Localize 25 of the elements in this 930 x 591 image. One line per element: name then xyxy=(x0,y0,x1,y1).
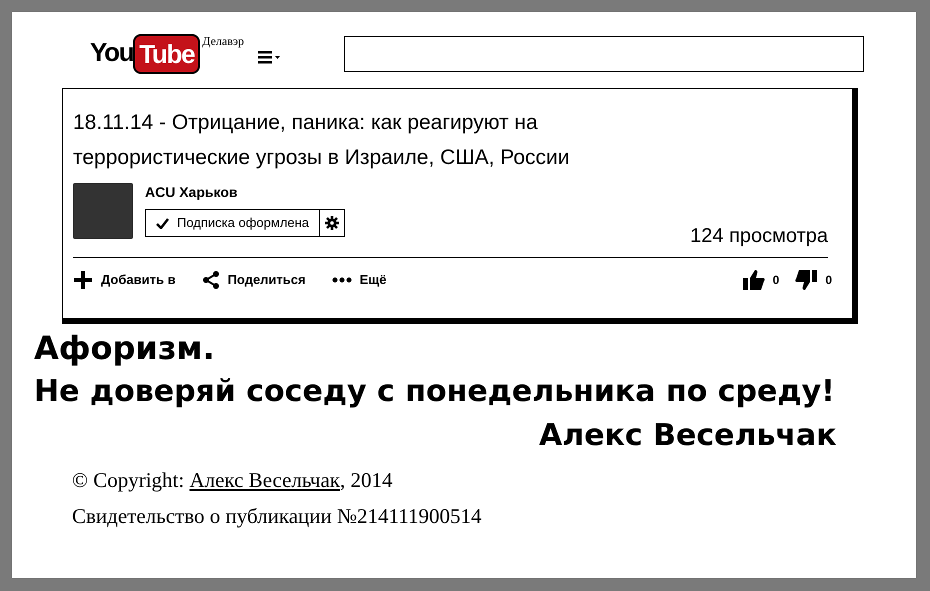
aphorism-author: Алекс Весельчак xyxy=(539,417,837,455)
channel-avatar xyxy=(73,183,133,239)
channel-name[interactable]: ACU Харьков xyxy=(145,183,346,201)
dislike-count: 0 xyxy=(825,272,832,289)
dots-icon xyxy=(332,277,352,283)
subscribe-label: Подписка оформлена xyxy=(177,214,310,232)
like-count: 0 xyxy=(772,272,780,289)
copyright-text: © Copyright: Алекс Весельчак, 2014 xyxy=(72,467,392,494)
thumbs-down-icon[interactable] xyxy=(795,270,818,290)
share-icon xyxy=(202,271,220,289)
aphorism-text: Не доверяй соседу с понедельника по среду! xyxy=(34,373,835,411)
publication-certificate: Свидетельство о публикации №214111900514 xyxy=(72,503,482,530)
view-count: 124 просмотра xyxy=(690,224,828,249)
aphorism-heading: Афоризм. xyxy=(34,328,215,369)
action-button[interactable]: Ещё xyxy=(332,270,386,290)
plus-icon xyxy=(73,270,93,290)
video-title: 18.11.14 - Отрицание, паника: как реагируют на террористические угрозы в Израиле, США, России xyxy=(73,110,570,171)
action-button[interactable]: Поделиться xyxy=(202,270,306,290)
action-button[interactable]: Добавить в xyxy=(73,270,176,290)
subscribe-button[interactable]: Подписка оформлена xyxy=(145,209,346,237)
search-field[interactable] xyxy=(344,36,864,72)
author-link[interactable]: Алекс Весельчак xyxy=(189,468,340,492)
logo[interactable]: You Tube Делавэр xyxy=(90,34,244,74)
menu-button[interactable] xyxy=(258,50,282,64)
thumbs-up-icon[interactable] xyxy=(742,270,765,290)
